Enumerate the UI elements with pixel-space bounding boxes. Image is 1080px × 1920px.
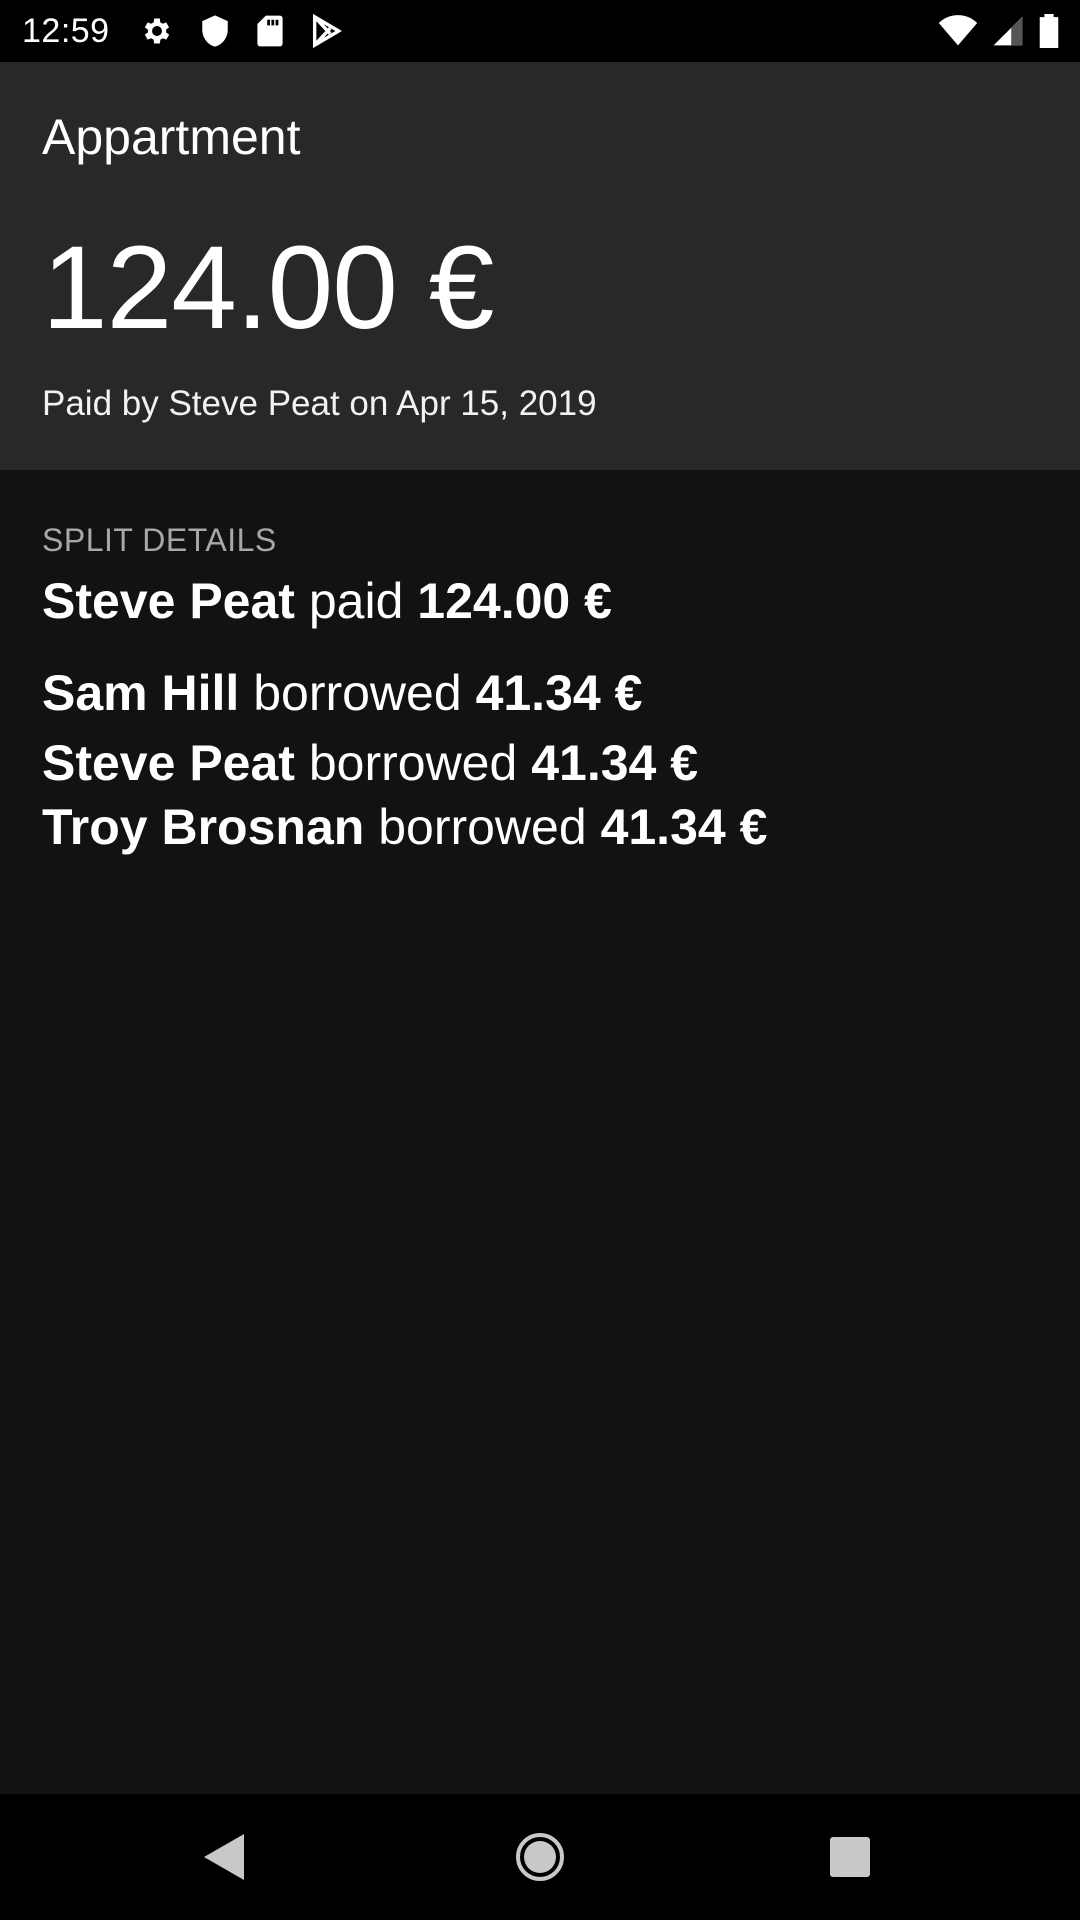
borrower-amount: 41.34 €	[531, 735, 699, 791]
play-store-icon	[310, 14, 342, 48]
split-borrower-line: Steve Peat borrowed 41.34 €	[42, 734, 698, 792]
borrower-amount: 41.34 €	[475, 665, 643, 721]
borrower-name: Troy Brosnan	[42, 799, 365, 855]
status-left-icons	[140, 14, 342, 48]
payer-name: Steve Peat	[42, 573, 295, 629]
back-icon[interactable]	[190, 1822, 260, 1892]
split-payer-line: Steve Peat paid 124.00 €	[42, 572, 612, 630]
wifi-icon	[938, 15, 978, 47]
expense-title: Appartment	[42, 109, 301, 165]
cell-signal-icon	[992, 15, 1024, 47]
borrower-verb: borrowed	[308, 735, 518, 791]
split-borrower-line: Sam Hill borrowed 41.34 €	[42, 664, 642, 722]
split-borrower-line: Troy Brosnan borrowed 41.34 €	[42, 798, 767, 856]
borrower-verb: borrowed	[378, 799, 587, 855]
borrower-verb: borrowed	[253, 665, 462, 721]
shield-icon	[200, 14, 230, 48]
sd-card-icon	[256, 14, 284, 48]
recents-icon[interactable]	[815, 1822, 885, 1892]
payer-verb: paid	[308, 573, 404, 629]
paid-by-line: Paid by Steve Peat on Apr 15, 2019	[42, 384, 597, 423]
status-bar: 12:59	[0, 0, 1080, 62]
navigation-bar	[0, 1794, 1080, 1920]
status-right-icons	[938, 0, 1060, 62]
payer-amount: 124.00 €	[417, 573, 612, 629]
borrower-name: Sam Hill	[42, 665, 240, 721]
borrower-amount: 41.34 €	[600, 799, 768, 855]
gear-icon	[140, 14, 174, 48]
expense-amount: 124.00 €	[42, 222, 494, 354]
battery-icon	[1038, 14, 1060, 48]
split-details-header: SPLIT DETAILS	[42, 522, 277, 558]
home-icon[interactable]	[505, 1822, 575, 1892]
borrower-name: Steve Peat	[42, 735, 295, 791]
status-time: 12:59	[22, 11, 110, 50]
